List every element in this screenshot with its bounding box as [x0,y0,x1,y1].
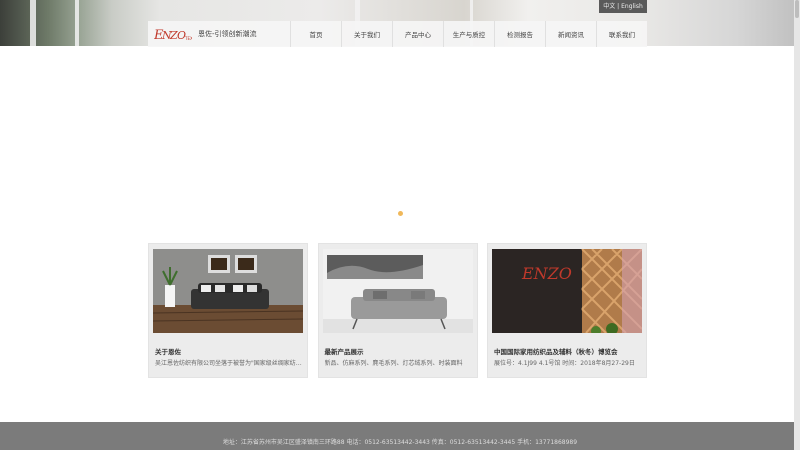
banner-window-frame [30,0,36,46]
nav-item-about[interactable]: 关于我们 [341,21,392,47]
site-tagline: 恩佐-引领创新潮流 [198,30,257,38]
enzo-logo-icon: E N Z O TEX [154,28,192,43]
products-room-image [322,249,473,333]
nav-item-reports[interactable]: 检测报告 [494,21,545,47]
footer-contact-info: 地址：江苏省苏州市吴江区盛泽镇南三环路88 电话：0512-63513442-3… [222,439,578,446]
svg-text:ENZO: ENZO [521,264,572,283]
scrollbar-thumb[interactable] [795,0,799,18]
site-footer: 地址：江苏省苏州市吴江区盛泽镇南三环路88 电话：0512-63513442-3… [0,422,800,450]
nav-item-news[interactable]: 新闻资讯 [545,21,596,47]
nav-item-production[interactable]: 生产与质控 [443,21,494,47]
slider-dot[interactable] [398,211,403,216]
nav-menu: 首页 关于我们 产品中心 生产与质控 检测报告 新闻资讯 联系我们 [290,21,647,47]
nav-item-products[interactable]: 产品中心 [392,21,443,47]
card-expo[interactable]: ENZO 中国国际家用纺织品及辅料（秋冬）博览会 展位号：4.1J99 4.1号… [487,243,647,378]
main-nav-bar: E N Z O TEX 恩佐-引领创新潮流 首页 关于我们 产品中心 生产与质控… [148,21,647,47]
nav-item-home[interactable]: 首页 [290,21,341,47]
brand-logo[interactable]: E N Z O TEX [154,24,192,44]
language-switcher: 中文 | English [599,0,647,13]
card-products[interactable]: 最新产品展示 新品、仿麻系列、麂毛系列、灯芯绒系列、时装面料 [317,243,478,378]
card-about[interactable]: 关于恩佐 吴江恩佐纺织有限公司坐落于被誉为"国家级丝绸家纺..." [148,243,308,378]
card-description: 新品、仿麻系列、麂毛系列、灯芯绒系列、时装面料 [324,360,463,367]
nav-item-contact[interactable]: 联系我们 [596,21,647,47]
page-scrollbar[interactable] [794,0,800,450]
lang-chinese-link[interactable]: 中文 [603,3,615,10]
feature-cards: 关于恩佐 吴江恩佐纺织有限公司坐落于被誉为"国家级丝绸家纺..." 最新产品展示… [148,243,647,378]
lang-separator: | [617,3,620,10]
card-description: 吴江恩佐纺织有限公司坐落于被誉为"国家级丝绸家纺..." [155,360,303,367]
card-title: 关于恩佐 [155,348,181,356]
about-room-image [153,249,303,333]
card-description: 展位号：4.1J99 4.1号馆 时间：2018年8月27-29日 [494,360,635,367]
card-title: 中国国际家用纺织品及辅料（秋冬）博览会 [494,348,618,356]
card-title: 最新产品展示 [324,348,364,356]
banner-window-frame [75,0,79,46]
lang-english-link[interactable]: English [621,3,643,10]
expo-booth-image: ENZO [492,249,642,333]
svg-text:TEX: TEX [184,36,192,41]
